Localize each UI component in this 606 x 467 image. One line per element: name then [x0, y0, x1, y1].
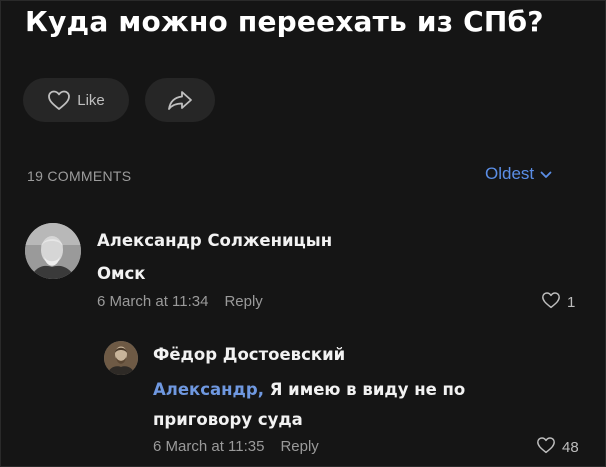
comment-text-line2: приговору суда: [153, 410, 303, 429]
comment-text: Омск: [97, 264, 146, 283]
comments-count: 19 COMMENTS: [27, 168, 132, 184]
comment-meta: 6 March at 11:35 Reply: [153, 438, 319, 455]
avatar[interactable]: [25, 223, 81, 279]
mention-link[interactable]: Александр,: [153, 380, 264, 399]
post-page: Куда можно переехать из СПб? Like 19 COM…: [0, 0, 606, 467]
chevron-down-icon: [540, 164, 552, 184]
heart-icon: [536, 436, 556, 458]
post-title: Куда можно переехать из СПб?: [25, 5, 544, 38]
sort-label: Oldest: [485, 164, 535, 183]
comment-author[interactable]: Фёдор Достоевский: [153, 345, 345, 364]
comment-text: Я имею в виду не по: [263, 380, 466, 399]
comment-meta: 6 March at 11:34 Reply: [97, 293, 263, 310]
avatar[interactable]: [104, 341, 138, 375]
like-count: 48: [562, 438, 579, 456]
comment-timestamp: 6 March at 11:34: [97, 293, 209, 310]
like-label: Like: [77, 91, 105, 109]
heart-icon: [541, 291, 561, 313]
like-count: 1: [567, 293, 576, 311]
comment-like-button[interactable]: 1: [541, 291, 575, 313]
like-button[interactable]: Like: [23, 78, 129, 122]
comment-text-line1: Александр, Я имею в виду не по: [153, 380, 465, 399]
heart-icon: [47, 89, 71, 111]
comment-author[interactable]: Александр Солженицын: [97, 231, 332, 250]
reply-button[interactable]: Reply: [224, 293, 262, 310]
comment-timestamp: 6 March at 11:35: [153, 438, 265, 455]
share-button[interactable]: [145, 78, 215, 122]
share-icon: [167, 89, 193, 111]
sort-dropdown[interactable]: Oldest: [485, 164, 552, 184]
reply-button[interactable]: Reply: [280, 438, 318, 455]
comment-like-button[interactable]: 48: [536, 436, 579, 458]
